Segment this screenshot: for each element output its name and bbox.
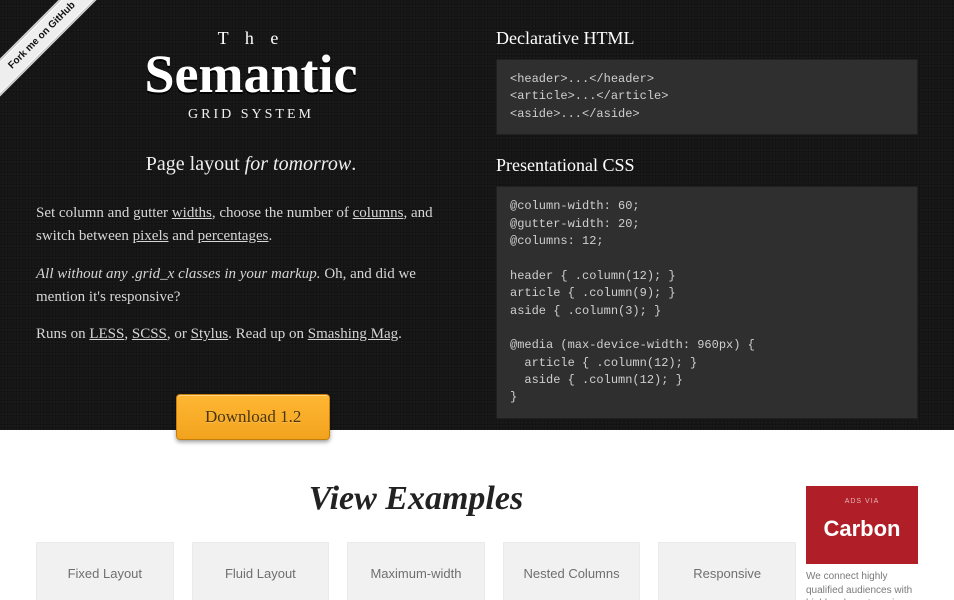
link-pixels[interactable]: pixels [133, 228, 169, 244]
link-less[interactable]: LESS [89, 326, 124, 342]
link-smashing-mag[interactable]: Smashing Mag [308, 326, 398, 342]
link-widths[interactable]: widths [172, 205, 212, 221]
code-css: @column-width: 60; @gutter-width: 20; @c… [496, 186, 918, 419]
link-scss[interactable]: SCSS [132, 326, 167, 342]
ad-copy: We connect highly qualified audiences wi… [806, 570, 918, 600]
panel-title-html: Declarative HTML [496, 28, 918, 49]
tagline-em: for tomorrow [245, 153, 352, 175]
examples-section: View Examples Fixed Layout Fluid Layout … [0, 430, 954, 600]
example-fluid-layout[interactable]: Fluid Layout [192, 542, 330, 600]
ad-brand-label: Carbon [824, 516, 901, 542]
example-maximum-width[interactable]: Maximum-width [347, 542, 485, 600]
examples-list: Fixed Layout Fluid Layout Maximum-width … [36, 542, 796, 600]
example-nested-columns[interactable]: Nested Columns [503, 542, 641, 600]
example-responsive[interactable]: Responsive [658, 542, 796, 600]
hero-section: T h e Semantic GRID SYSTEM Page layout f… [0, 0, 954, 430]
desc-emphasis: All without any .grid_x classes in your … [36, 266, 321, 282]
example-fixed-layout[interactable]: Fixed Layout [36, 542, 174, 600]
tagline-pre: Page layout [146, 153, 245, 175]
logo-subtitle: GRID SYSTEM [36, 107, 466, 123]
examples-heading: View Examples [36, 480, 796, 518]
logo-brand: Semantic [36, 47, 466, 101]
ad-via-label: ADS VIA [845, 498, 880, 505]
description: Set column and gutter widths, choose the… [36, 202, 466, 346]
link-columns[interactable]: columns [353, 205, 404, 221]
ad-tile[interactable]: ADS VIA Carbon [806, 486, 918, 564]
link-percentages[interactable]: percentages [198, 228, 269, 244]
tagline-post: . [351, 153, 356, 175]
link-stylus[interactable]: Stylus [191, 326, 229, 342]
code-html: <header>...</header> <article>...</artic… [496, 59, 918, 135]
tagline: Page layout for tomorrow. [36, 153, 466, 176]
panel-title-css: Presentational CSS [496, 155, 918, 176]
logo: T h e Semantic GRID SYSTEM [36, 28, 466, 123]
ad-unit[interactable]: ADS VIA Carbon We connect highly qualifi… [806, 486, 918, 600]
